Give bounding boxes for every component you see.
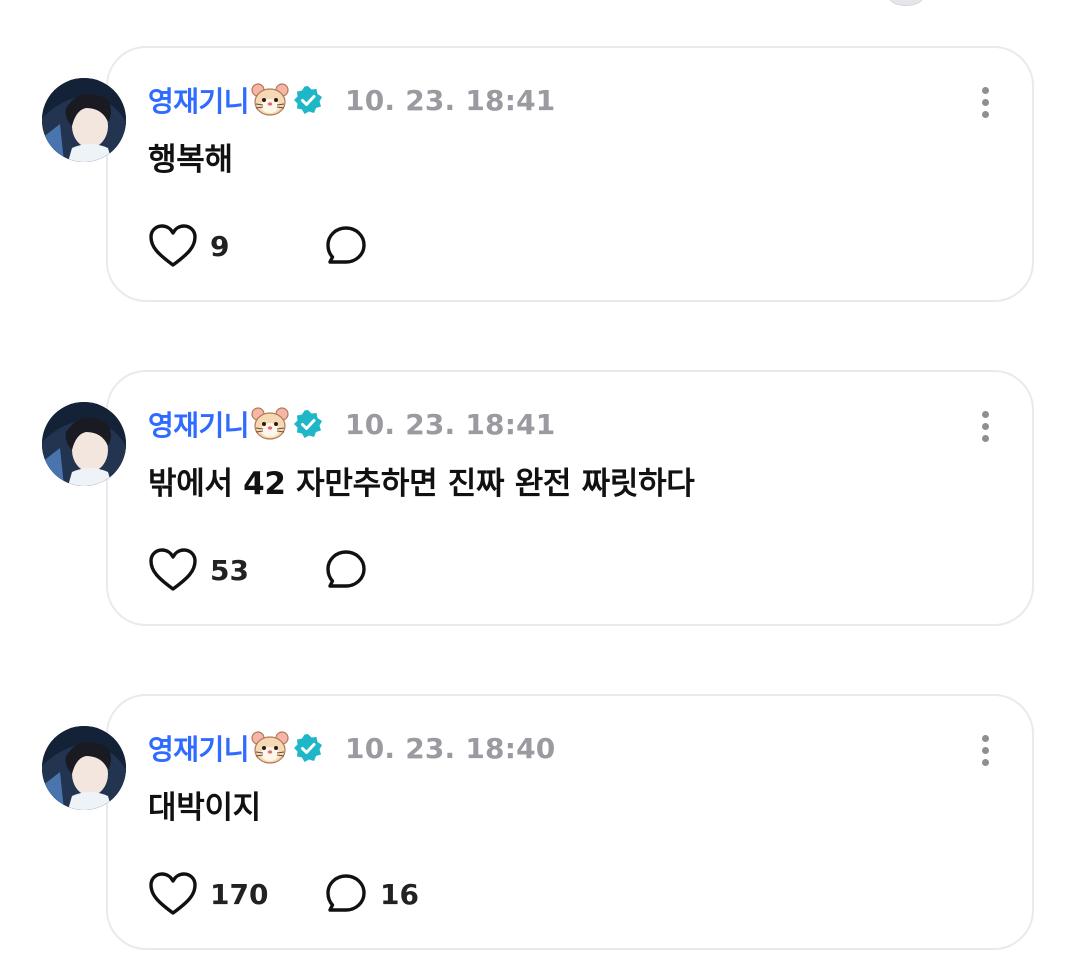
heart-icon — [148, 871, 198, 917]
more-vertical-icon — [981, 86, 989, 94]
timestamp: 10. 23. 18:41 — [345, 407, 556, 441]
comment-button[interactable]: 16 — [324, 872, 419, 916]
verified-badge-icon — [293, 85, 323, 115]
heart-icon — [148, 547, 198, 593]
post-text: 행복해 — [148, 142, 233, 178]
hamster-face-icon — [251, 730, 289, 766]
username[interactable]: 영재기니 — [148, 728, 250, 768]
more-options-button[interactable] — [968, 82, 1002, 122]
like-button[interactable]: 53 — [148, 547, 324, 593]
chat-bubble-icon — [324, 872, 368, 916]
post-actions: 9 — [148, 222, 380, 270]
username[interactable]: 영재기니 — [148, 80, 250, 120]
more-vertical-icon — [981, 746, 989, 754]
chat-bubble-icon — [324, 224, 368, 268]
heart-icon — [148, 223, 198, 269]
like-count: 53 — [210, 553, 249, 587]
more-vertical-icon — [981, 422, 989, 430]
post-text: 밖에서 42 자만추하면 진짜 완전 짜릿하다 — [148, 466, 695, 502]
more-vertical-icon — [981, 410, 989, 418]
post-actions: 53 — [148, 546, 380, 594]
verified-badge-icon — [293, 409, 323, 439]
avatar — [888, 0, 924, 6]
post-header: 영재기니 10. 23. 18:40 — [148, 728, 555, 768]
timestamp: 10. 23. 18:40 — [345, 731, 556, 765]
post-card: 영재기니 10. 23. 18:41 — [0, 370, 1080, 630]
post-card: 영재기니 10. 23. 18:40 대박이지 170 16 — [0, 694, 1080, 954]
avatar[interactable] — [42, 726, 126, 810]
post-text: 대박이지 — [148, 790, 261, 826]
more-vertical-icon — [981, 110, 989, 118]
more-vertical-icon — [981, 734, 989, 742]
comment-button[interactable] — [324, 548, 380, 592]
comment-count: 16 — [380, 877, 419, 911]
more-vertical-icon — [981, 98, 989, 106]
post-actions: 170 16 — [148, 870, 419, 918]
username[interactable]: 영재기니 — [148, 404, 250, 444]
verified-badge-icon — [293, 733, 323, 763]
like-button[interactable]: 9 — [148, 223, 324, 269]
post-header: 영재기니 10. 23. 18:41 — [148, 80, 555, 120]
comment-button[interactable] — [324, 224, 380, 268]
more-vertical-icon — [981, 434, 989, 442]
more-vertical-icon — [981, 758, 989, 766]
like-count: 170 — [210, 877, 269, 911]
hamster-face-icon — [251, 406, 289, 442]
more-options-button[interactable] — [968, 406, 1002, 446]
avatar[interactable] — [42, 402, 126, 486]
feed: 영재기니 10. 23. 18:41 행복해 9 영재기니 10. 23. 18… — [0, 0, 1080, 978]
more-options-button[interactable] — [968, 730, 1002, 770]
like-button[interactable]: 170 — [148, 871, 324, 917]
hamster-face-icon — [251, 82, 289, 118]
like-count: 9 — [210, 229, 230, 263]
post-header: 영재기니 10. 23. 18:41 — [148, 404, 555, 444]
avatar[interactable] — [42, 78, 126, 162]
post-card: 영재기니 10. 23. 18:41 — [0, 46, 1080, 306]
chat-bubble-icon — [324, 548, 368, 592]
timestamp: 10. 23. 18:41 — [345, 83, 556, 117]
